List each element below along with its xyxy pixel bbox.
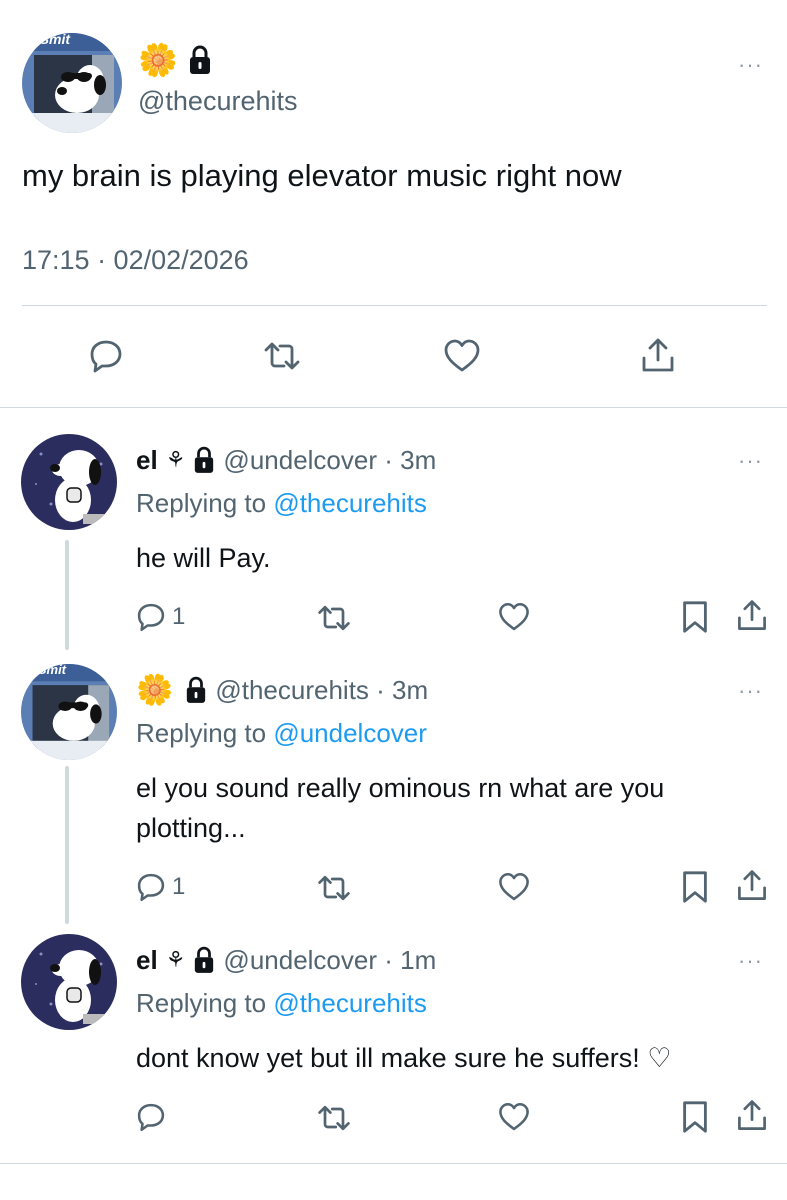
reply-author-avatar[interactable]: e Smit xyxy=(21,664,117,760)
replying-to: Replying to @undelcover xyxy=(136,718,427,749)
bookmark-icon xyxy=(683,871,707,903)
avatar-banner-text: e Smit xyxy=(28,33,71,47)
retweet-button[interactable] xyxy=(316,600,352,641)
reply-button[interactable] xyxy=(86,336,126,381)
more-options-button[interactable]: ··· xyxy=(738,448,763,474)
bookmark-icon xyxy=(683,1101,707,1133)
like-button[interactable] xyxy=(497,1100,531,1139)
heart-icon xyxy=(499,602,529,631)
retweet-button[interactable] xyxy=(262,336,302,381)
reply-text: he will Pay. xyxy=(136,543,271,573)
reply-text-line: el you sound really ominous rn what are … xyxy=(136,773,665,803)
replying-to-label: Replying to xyxy=(136,718,274,748)
flower-icon: 🌼 xyxy=(136,673,174,707)
share-button[interactable] xyxy=(638,336,678,381)
replying-to-link[interactable]: @thecurehits xyxy=(273,488,427,518)
retweet-icon xyxy=(264,342,300,370)
comment-icon xyxy=(137,1103,165,1132)
comment-icon xyxy=(137,873,165,902)
retweet-icon xyxy=(318,605,350,631)
thread-line xyxy=(65,766,69,924)
bookmark-button[interactable] xyxy=(680,870,710,909)
retweet-icon xyxy=(318,875,350,901)
replying-to: Replying to @thecurehits xyxy=(136,988,427,1019)
replying-to-link[interactable]: @undelcover xyxy=(273,718,427,748)
avatar-banner-text: e Smit xyxy=(27,664,67,677)
heart-icon xyxy=(499,872,529,901)
like-button[interactable] xyxy=(497,870,531,909)
share-button[interactable] xyxy=(734,598,770,639)
reply-handle-time[interactable]: @undelcover · 1m xyxy=(223,945,436,976)
reply-author-avatar[interactable] xyxy=(21,934,117,1030)
bookmark-button[interactable] xyxy=(680,600,710,639)
lock-icon xyxy=(193,946,215,974)
reply-handle-time[interactable]: @thecurehits · 3m xyxy=(215,675,428,706)
reply-button[interactable] xyxy=(134,1100,168,1139)
like-button[interactable] xyxy=(497,600,531,639)
heart-icon xyxy=(444,339,480,372)
lock-icon xyxy=(193,446,215,474)
reply-author-name[interactable]: el xyxy=(136,945,158,976)
reply-count: 1 xyxy=(172,873,186,900)
heart-icon xyxy=(499,1102,529,1131)
thread-line xyxy=(65,540,69,650)
more-options-button[interactable]: ··· xyxy=(738,678,763,704)
reply-header: el ⚘ @undelcover · 1m xyxy=(136,942,436,978)
reply-button[interactable]: 1 xyxy=(134,870,185,904)
retweet-icon xyxy=(318,1105,350,1131)
comment-icon xyxy=(90,340,122,373)
reply-button[interactable]: 1 xyxy=(134,600,185,634)
flower-icon: 🌼 xyxy=(138,42,178,78)
share-icon xyxy=(642,338,674,372)
reply-author-name[interactable]: el xyxy=(136,445,158,476)
more-options-button[interactable]: ··· xyxy=(738,948,763,974)
lock-icon xyxy=(185,676,207,704)
share-icon xyxy=(738,1100,766,1130)
divider xyxy=(22,305,767,306)
like-button[interactable] xyxy=(442,336,482,381)
plant-icon: ⚘ xyxy=(165,947,186,972)
more-options-button[interactable]: ··· xyxy=(738,52,763,78)
plant-icon: ⚘ xyxy=(165,447,186,472)
bookmark-icon xyxy=(683,601,707,633)
replying-to-label: Replying to xyxy=(136,988,274,1018)
divider xyxy=(0,1163,787,1164)
reply-text: dont know yet but ill make sure he suffe… xyxy=(136,1043,672,1073)
replying-to-link[interactable]: @thecurehits xyxy=(273,988,427,1018)
main-author-avatar[interactable]: e Smit xyxy=(22,33,122,133)
replying-to: Replying to @thecurehits xyxy=(136,488,427,519)
reply-handle-time[interactable]: @undelcover · 3m xyxy=(223,445,436,476)
tweet-text: my brain is playing elevator music right… xyxy=(22,158,622,193)
comment-icon xyxy=(137,603,165,632)
retweet-button[interactable] xyxy=(316,870,352,911)
share-icon xyxy=(738,600,766,630)
reply-header: el ⚘ @undelcover · 3m xyxy=(136,442,436,478)
replying-to-label: Replying to xyxy=(136,488,274,518)
share-icon xyxy=(738,870,766,900)
main-author-name[interactable]: 🌼 xyxy=(138,40,212,80)
divider xyxy=(0,407,787,408)
main-author-handle[interactable]: @thecurehits xyxy=(138,86,297,117)
retweet-button[interactable] xyxy=(316,1100,352,1141)
reply-text-line: plotting... xyxy=(136,813,246,843)
reply-author-avatar[interactable] xyxy=(21,434,117,530)
reply-count: 1 xyxy=(172,603,186,630)
share-button[interactable] xyxy=(734,868,770,909)
share-button[interactable] xyxy=(734,1098,770,1139)
bookmark-button[interactable] xyxy=(680,1100,710,1139)
reply-header: 🌼 @thecurehits · 3m xyxy=(136,672,428,708)
tweet-timestamp[interactable]: 17:15 · 02/02/2026 xyxy=(22,245,249,276)
reply-text: el you sound really ominous rn what are … xyxy=(136,768,664,848)
lock-icon xyxy=(188,45,212,75)
